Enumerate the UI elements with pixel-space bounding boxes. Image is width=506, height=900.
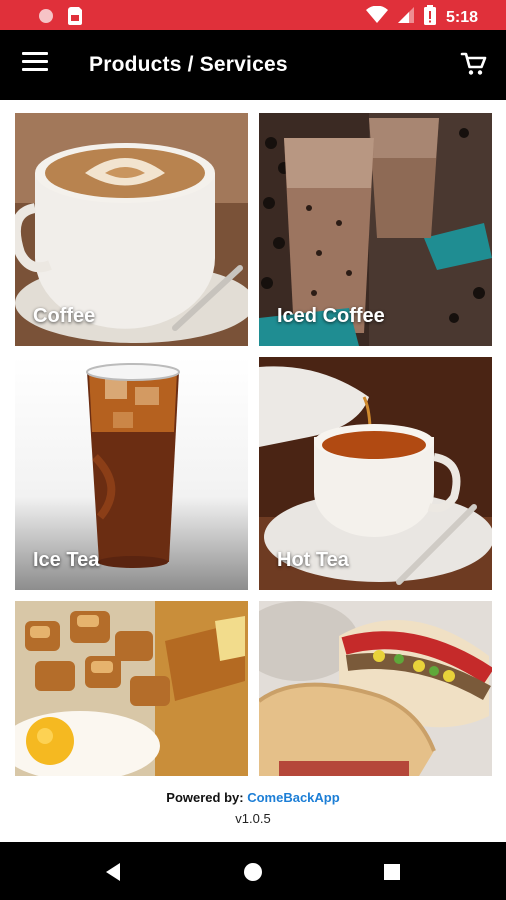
app-bar: Products / Services [0, 30, 506, 100]
product-tile-coffee[interactable]: Coffee [15, 113, 248, 346]
shopping-cart-icon[interactable] [460, 50, 488, 78]
recents-icon[interactable] [378, 858, 406, 886]
notification-dot-icon [38, 8, 54, 29]
status-time: 5:18 [445, 8, 478, 26]
app-version: v1.0.5 [235, 811, 271, 826]
status-left [38, 7, 82, 30]
product-label: Coffee [33, 305, 96, 327]
back-icon[interactable] [100, 858, 128, 886]
product-label: Hot Tea [277, 549, 349, 571]
sim-card-icon [68, 7, 82, 30]
product-label: Ice Tea [33, 549, 100, 571]
product-tile-ice-tea[interactable]: Ice Tea [15, 357, 248, 590]
breakfast-photo [15, 601, 248, 776]
home-icon[interactable] [239, 858, 267, 886]
status-bar: 5:18 [0, 0, 506, 30]
sandwich-photo [259, 601, 492, 776]
product-tile-iced-coffee[interactable]: Iced Coffee [259, 113, 492, 346]
product-label: Iced Coffee [277, 305, 385, 327]
product-tile-hot-tea[interactable]: Hot Tea [259, 357, 492, 590]
signal-icon [397, 6, 414, 29]
wifi-icon [365, 5, 388, 29]
footer: Powered by: ComeBackApp v1.0.5 [0, 790, 506, 826]
system-nav-bar [0, 842, 506, 900]
page-title: Products / Services [89, 53, 288, 76]
brand-link[interactable]: ComeBackApp [247, 790, 339, 805]
hamburger-menu-icon[interactable] [22, 52, 48, 78]
battery-icon [423, 5, 436, 30]
product-tile-breakfast[interactable] [15, 601, 248, 776]
product-tile-sandwich[interactable] [259, 601, 492, 776]
powered-by-label: Powered by: [166, 790, 244, 805]
status-right: 5:18 [365, 5, 478, 30]
